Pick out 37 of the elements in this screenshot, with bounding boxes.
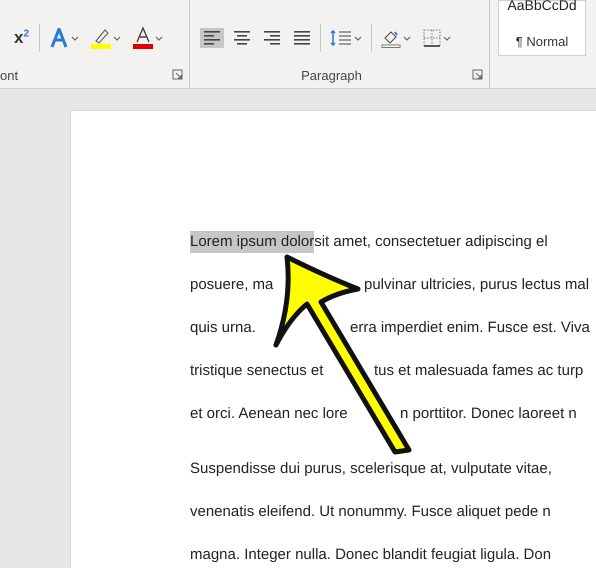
body-text: magna. Integer nulla. Donec blandit feugiat ligula. Don xyxy=(190,545,552,565)
body-text: erra imperdiet enim. Fusce est. Viva xyxy=(350,318,590,338)
group-label: ont xyxy=(0,68,18,82)
text-effects-icon xyxy=(49,28,70,48)
borders-icon xyxy=(423,29,441,47)
caret-icon xyxy=(155,36,164,40)
group-label: Paragraph xyxy=(301,68,362,82)
body-text: sit amet, consectetuer adipiscing el xyxy=(314,232,548,252)
caret-icon xyxy=(354,36,362,40)
caret-icon xyxy=(443,36,451,40)
dialog-launcher-icon[interactable] xyxy=(172,69,183,80)
font-color-icon xyxy=(133,27,154,49)
body-text: posuere, ma xyxy=(190,275,274,295)
body-text: tus et malesuada fames ac turp xyxy=(374,361,584,381)
style-preview: AaBbCcDd xyxy=(507,0,577,13)
align-button[interactable] xyxy=(200,28,224,48)
body-text: Suspendisse dui purus, scelerisque at, vulputate vitae, xyxy=(190,459,552,479)
style-gallery-item[interactable]: AaBbCcDd ¶ Normal xyxy=(498,0,586,56)
style-name: ¶ Normal xyxy=(516,34,568,49)
body-text: tristique senectus et xyxy=(190,361,324,381)
body-text: n porttitor. Donec laoreet n xyxy=(400,404,577,424)
dialog-launcher-icon[interactable] xyxy=(472,69,483,80)
body-text: venenatis eleifend. Ut nonummy. Fusce aliquet pede n xyxy=(190,502,551,522)
align-justify-icon xyxy=(293,31,311,45)
body-text: et orci. Aenean nec lore xyxy=(190,404,348,424)
caret-icon xyxy=(113,36,122,40)
align-center-icon xyxy=(233,31,251,45)
caret-icon xyxy=(403,36,411,40)
body-text: pulvinar ultricies, purus lectus mal xyxy=(364,275,590,295)
body-text: quis urna. xyxy=(190,318,256,338)
line-spacing-icon xyxy=(330,30,352,46)
align-left-icon xyxy=(203,31,221,45)
superscript-button[interactable]: x$^{2}$ xyxy=(10,28,34,48)
align-right-icon xyxy=(263,31,281,45)
caret-icon xyxy=(71,36,80,40)
selected-text: Lorem ipsum dolor xyxy=(190,231,314,253)
highlighter-icon xyxy=(91,27,112,49)
